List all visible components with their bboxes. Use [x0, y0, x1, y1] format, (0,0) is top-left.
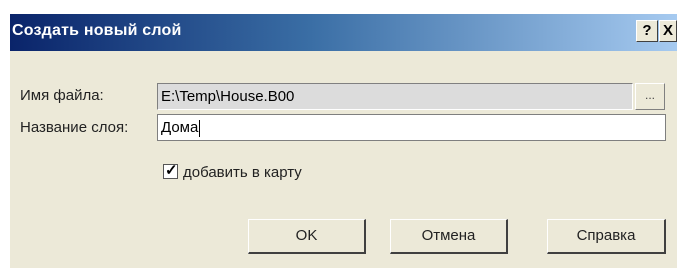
file-name-field[interactable]: E:\Temp\House.B00	[157, 83, 633, 110]
file-name-label: Имя файла:	[20, 87, 104, 104]
check-mark-icon: ✓	[165, 162, 178, 179]
browse-button[interactable]: ...	[635, 83, 665, 110]
create-layer-dialog: Создать новый слой ? X Имя файла: E:\Tem…	[10, 14, 677, 268]
dialog-title: Создать новый слой	[12, 22, 182, 39]
add-to-map-checkbox[interactable]: ✓	[163, 162, 178, 179]
close-icon[interactable]: X	[659, 20, 677, 42]
add-to-map-label: добавить в карту	[183, 164, 302, 181]
help-icon[interactable]: ?	[636, 20, 658, 42]
layer-name-value: Дома	[161, 119, 199, 136]
cancel-button[interactable]: Отмена	[390, 219, 508, 254]
title-bar[interactable]: Создать новый слой ? X	[10, 14, 677, 51]
ok-button[interactable]: OK	[248, 219, 366, 254]
help-button[interactable]: Справка	[547, 219, 666, 254]
layer-name-label: Название слоя:	[20, 119, 129, 136]
text-caret	[199, 119, 201, 137]
layer-name-input[interactable]: Дома	[157, 114, 666, 141]
